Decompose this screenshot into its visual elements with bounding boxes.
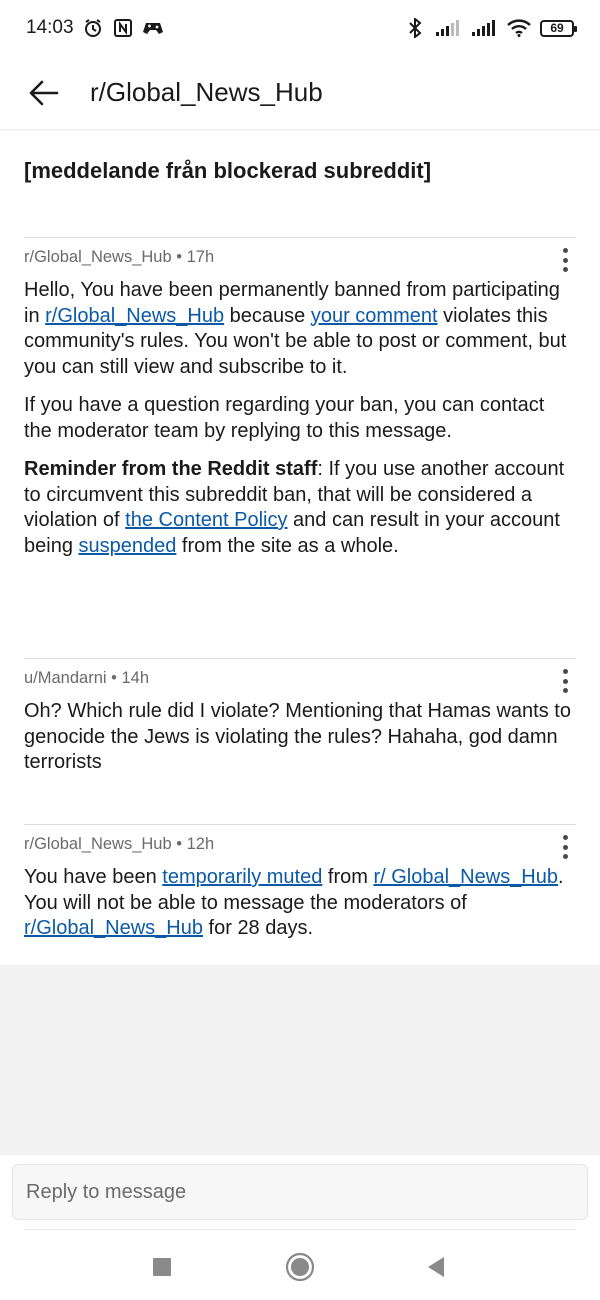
recent-apps-button[interactable] [145,1250,179,1284]
more-options-button[interactable] [554,667,576,695]
page-title: r/Global_News_Hub [90,77,323,107]
more-options-button[interactable] [554,833,576,861]
reply-bar: Reply to message [0,1155,600,1230]
signal-icon [470,17,498,39]
system-back-button[interactable] [419,1250,453,1284]
message-body: Oh? Which rule did I violate? Mentioning… [24,699,576,789]
message-item: u/Mandarni • 14h Oh? Which rule did I vi… [24,658,576,824]
subreddit-link[interactable]: r/Global_News_Hub [24,917,203,939]
clock: 14:03 [26,17,74,38]
message-thread: [meddelande från blockerad subreddit] r/… [0,131,600,965]
status-left: 14:03 [26,17,164,39]
message-body: You have been temporarily muted from r/ … [24,865,576,955]
message-paragraph: You have been temporarily muted from r/ … [24,865,576,942]
alarm-icon [82,17,104,39]
back-button[interactable] [24,73,64,113]
empty-area [0,965,600,1155]
message-text: from the site as a whole. [176,534,399,557]
wifi-icon [506,17,532,39]
message-paragraph: Hello, You have been permanently banned … [24,278,576,380]
message-subject: [meddelande från blockerad subreddit] [24,158,432,183]
subreddit-link[interactable]: r/ Global_News_Hub [373,866,558,888]
subreddit-link[interactable]: r/Global_News_Hub [45,305,224,327]
message-meta: r/Global_News_Hub • 17h [24,248,215,266]
message-body: Hello, You have been permanently banned … [24,278,576,572]
system-nav-bar [0,1230,600,1300]
message-text: for 28 days. [202,917,314,939]
message-text: because [224,304,311,327]
reply-input[interactable]: Reply to message [12,1164,588,1220]
message-meta: r/Global_News_Hub • 12h [24,835,215,853]
staff-reminder-label: Reminder from the Reddit staff [24,458,318,480]
game-controller-icon [142,17,164,39]
message-text: You have been [24,866,163,888]
battery-level: 69 [550,21,564,35]
battery-icon: 69 [540,19,577,37]
message-paragraph: Oh? Which rule did I violate? Mentioning… [24,700,571,773]
message-paragraph: Reminder from the Reddit staff: If you u… [24,457,576,559]
bluetooth-icon [404,17,426,39]
more-options-button[interactable] [554,246,576,274]
arrow-left-icon [29,80,59,105]
message-meta: u/Mandarni • 14h [24,669,150,687]
status-bar: 14:03 69 [0,0,600,56]
back-triangle-icon [428,1257,444,1277]
message-paragraph: If you have a question regarding your ba… [24,394,545,442]
content-policy-link[interactable]: the Content Policy [125,509,287,531]
message-item: r/Global_News_Hub • 12h You have been te… [24,824,576,965]
home-circle-icon [285,1252,315,1282]
home-button[interactable] [283,1250,317,1284]
comment-link[interactable]: your comment [311,305,438,327]
message-text: from [322,866,374,888]
signal-icon [434,17,462,39]
square-icon [153,1258,171,1276]
suspended-link[interactable]: suspended [79,535,177,557]
status-right: 69 [404,17,577,39]
message-item: r/Global_News_Hub • 17h Hello, You have … [24,237,576,657]
nfc-icon [112,17,134,39]
app-header: r/Global_News_Hub [0,56,600,130]
muted-link[interactable]: temporarily muted [162,866,322,888]
